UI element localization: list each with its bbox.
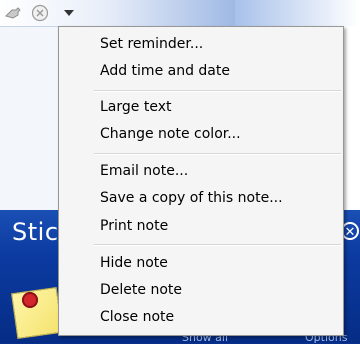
menu-item-large-text[interactable]: Large text: [100, 96, 171, 118]
menu-item-change-note-color[interactable]: Change note color...: [100, 123, 241, 145]
menu-item-email-note[interactable]: Email note...: [100, 160, 188, 182]
pin-icon[interactable]: [4, 4, 22, 22]
menu-item-set-reminder[interactable]: Set reminder...: [100, 33, 203, 55]
menu-item-close-note[interactable]: Close note: [100, 306, 174, 328]
menu-item-save-copy[interactable]: Save a copy of this note...: [100, 187, 283, 209]
menu-item-add-time-date[interactable]: Add time and date: [100, 60, 230, 82]
sticky-note-thumbnail: [11, 287, 63, 339]
menu-separator: [94, 153, 341, 155]
app-title: Stic: [12, 218, 59, 246]
note-toolbar: [0, 0, 235, 27]
menu-item-print-note[interactable]: Print note: [100, 215, 168, 237]
note-context-menu: Set reminder... Add time and date Large …: [58, 26, 344, 336]
menu-separator: [94, 244, 341, 246]
menu-item-delete-note[interactable]: Delete note: [100, 279, 182, 301]
dropdown-arrow-icon[interactable]: [60, 4, 78, 22]
menu-item-hide-note[interactable]: Hide note: [100, 252, 168, 274]
close-circle-icon[interactable]: [31, 4, 49, 22]
pushpin-icon: [22, 292, 38, 308]
menu-separator: [94, 90, 341, 92]
